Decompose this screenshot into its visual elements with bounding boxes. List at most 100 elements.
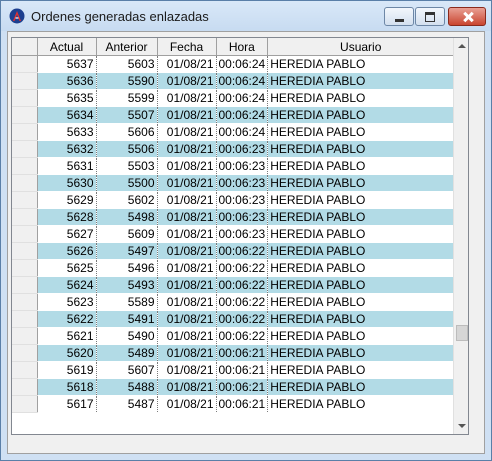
cell-actual[interactable]: 5634 [37,106,97,124]
cell-usuario[interactable]: HEREDIA PABLO [267,259,455,277]
cell-hora[interactable]: 00:06:22 [216,242,269,260]
cell-usuario[interactable]: HEREDIA PABLO [267,242,455,260]
table-row[interactable]: 5621 5490 01/08/21 00:06:22 HEREDIA PABLO [12,327,455,345]
table-row[interactable]: 5631 5503 01/08/21 00:06:23 HEREDIA PABLO [12,157,455,175]
row-indicator[interactable] [12,225,38,243]
scroll-up-arrow-icon[interactable] [454,38,468,54]
cell-anterior[interactable]: 5491 [96,310,158,328]
table-row[interactable]: 5625 5496 01/08/21 00:06:22 HEREDIA PABLO [12,259,455,277]
table-row[interactable]: 5622 5491 01/08/21 00:06:22 HEREDIA PABLO [12,310,455,328]
cell-anterior[interactable]: 5496 [96,259,158,277]
table-row[interactable]: 5617 5487 01/08/21 00:06:21 HEREDIA PABLO [12,395,455,413]
cell-hora[interactable]: 00:06:21 [216,378,269,396]
cell-actual[interactable]: 5622 [37,310,97,328]
cell-usuario[interactable]: HEREDIA PABLO [267,123,455,141]
cell-hora[interactable]: 00:06:21 [216,395,269,413]
cell-usuario[interactable]: HEREDIA PABLO [267,72,455,90]
cell-usuario[interactable]: HEREDIA PABLO [267,89,455,107]
cell-actual[interactable]: 5618 [37,378,97,396]
cell-fecha[interactable]: 01/08/21 [157,378,217,396]
close-button[interactable] [448,7,486,26]
cell-hora[interactable]: 00:06:22 [216,259,269,277]
cell-anterior[interactable]: 5497 [96,242,158,260]
table-row[interactable]: 5633 5606 01/08/21 00:06:24 HEREDIA PABLO [12,123,455,141]
cell-hora[interactable]: 00:06:21 [216,361,269,379]
cell-anterior[interactable]: 5607 [96,361,158,379]
cell-fecha[interactable]: 01/08/21 [157,106,217,124]
cell-hora[interactable]: 00:06:24 [216,106,269,124]
cell-actual[interactable]: 5625 [37,259,97,277]
table-row[interactable]: 5629 5602 01/08/21 00:06:23 HEREDIA PABLO [12,191,455,209]
cell-actual[interactable]: 5623 [37,293,97,311]
col-header-actual[interactable]: Actual [37,38,97,56]
cell-fecha[interactable]: 01/08/21 [157,361,217,379]
maximize-button[interactable] [415,7,445,26]
cell-fecha[interactable]: 01/08/21 [157,140,217,158]
cell-usuario[interactable]: HEREDIA PABLO [267,225,455,243]
cell-hora[interactable]: 00:06:24 [216,55,269,73]
cell-usuario[interactable]: HEREDIA PABLO [267,293,455,311]
cell-actual[interactable]: 5617 [37,395,97,413]
title-bar[interactable]: Ordenes generadas enlazadas [1,1,491,31]
cell-usuario[interactable]: HEREDIA PABLO [267,327,455,345]
table-row[interactable]: 5637 5603 01/08/21 00:06:24 HEREDIA PABLO [12,55,455,73]
cell-fecha[interactable]: 01/08/21 [157,157,217,175]
cell-hora[interactable]: 00:06:24 [216,72,269,90]
cell-usuario[interactable]: HEREDIA PABLO [267,174,455,192]
cell-actual[interactable]: 5627 [37,225,97,243]
col-header-anterior[interactable]: Anterior [96,38,158,56]
cell-fecha[interactable]: 01/08/21 [157,242,217,260]
cell-anterior[interactable]: 5489 [96,344,158,362]
table-row[interactable]: 5634 5507 01/08/21 00:06:24 HEREDIA PABLO [12,106,455,124]
row-indicator[interactable] [12,276,38,294]
cell-fecha[interactable]: 01/08/21 [157,344,217,362]
cell-hora[interactable]: 00:06:23 [216,208,269,226]
cell-actual[interactable]: 5629 [37,191,97,209]
row-indicator[interactable] [12,361,38,379]
cell-hora[interactable]: 00:06:23 [216,174,269,192]
row-indicator[interactable] [12,259,38,277]
row-indicator[interactable] [12,344,38,362]
cell-actual[interactable]: 5635 [37,89,97,107]
table-row[interactable]: 5632 5506 01/08/21 00:06:23 HEREDIA PABLO [12,140,455,158]
cell-fecha[interactable]: 01/08/21 [157,174,217,192]
cell-hora[interactable]: 00:06:22 [216,293,269,311]
minimize-button[interactable] [384,7,414,26]
cell-actual[interactable]: 5636 [37,72,97,90]
row-indicator[interactable] [12,395,38,413]
cell-hora[interactable]: 00:06:23 [216,225,269,243]
cell-anterior[interactable]: 5498 [96,208,158,226]
cell-hora[interactable]: 00:06:24 [216,89,269,107]
table-row[interactable]: 5626 5497 01/08/21 00:06:22 HEREDIA PABLO [12,242,455,260]
row-indicator[interactable] [12,191,38,209]
table-row[interactable]: 5623 5589 01/08/21 00:06:22 HEREDIA PABLO [12,293,455,311]
cell-usuario[interactable]: HEREDIA PABLO [267,378,455,396]
cell-hora[interactable]: 00:06:22 [216,327,269,345]
cell-usuario[interactable]: HEREDIA PABLO [267,140,455,158]
cell-actual[interactable]: 5626 [37,242,97,260]
col-header-fecha[interactable]: Fecha [157,38,217,56]
row-indicator[interactable] [12,310,38,328]
cell-actual[interactable]: 5628 [37,208,97,226]
cell-anterior[interactable]: 5599 [96,89,158,107]
cell-anterior[interactable]: 5589 [96,293,158,311]
cell-anterior[interactable]: 5602 [96,191,158,209]
row-indicator[interactable] [12,293,38,311]
cell-fecha[interactable]: 01/08/21 [157,276,217,294]
cell-anterior[interactable]: 5487 [96,395,158,413]
row-indicator[interactable] [12,55,38,73]
cell-fecha[interactable]: 01/08/21 [157,123,217,141]
cell-usuario[interactable]: HEREDIA PABLO [267,276,455,294]
table-row[interactable]: 5618 5488 01/08/21 00:06:21 HEREDIA PABLO [12,378,455,396]
table-row[interactable]: 5620 5489 01/08/21 00:06:21 HEREDIA PABLO [12,344,455,362]
row-indicator[interactable] [12,208,38,226]
row-indicator[interactable] [12,89,38,107]
cell-hora[interactable]: 00:06:24 [216,123,269,141]
cell-anterior[interactable]: 5507 [96,106,158,124]
cell-fecha[interactable]: 01/08/21 [157,208,217,226]
cell-hora[interactable]: 00:06:23 [216,191,269,209]
table-row[interactable]: 5635 5599 01/08/21 00:06:24 HEREDIA PABLO [12,89,455,107]
row-indicator[interactable] [12,242,38,260]
cell-usuario[interactable]: HEREDIA PABLO [267,361,455,379]
cell-fecha[interactable]: 01/08/21 [157,89,217,107]
